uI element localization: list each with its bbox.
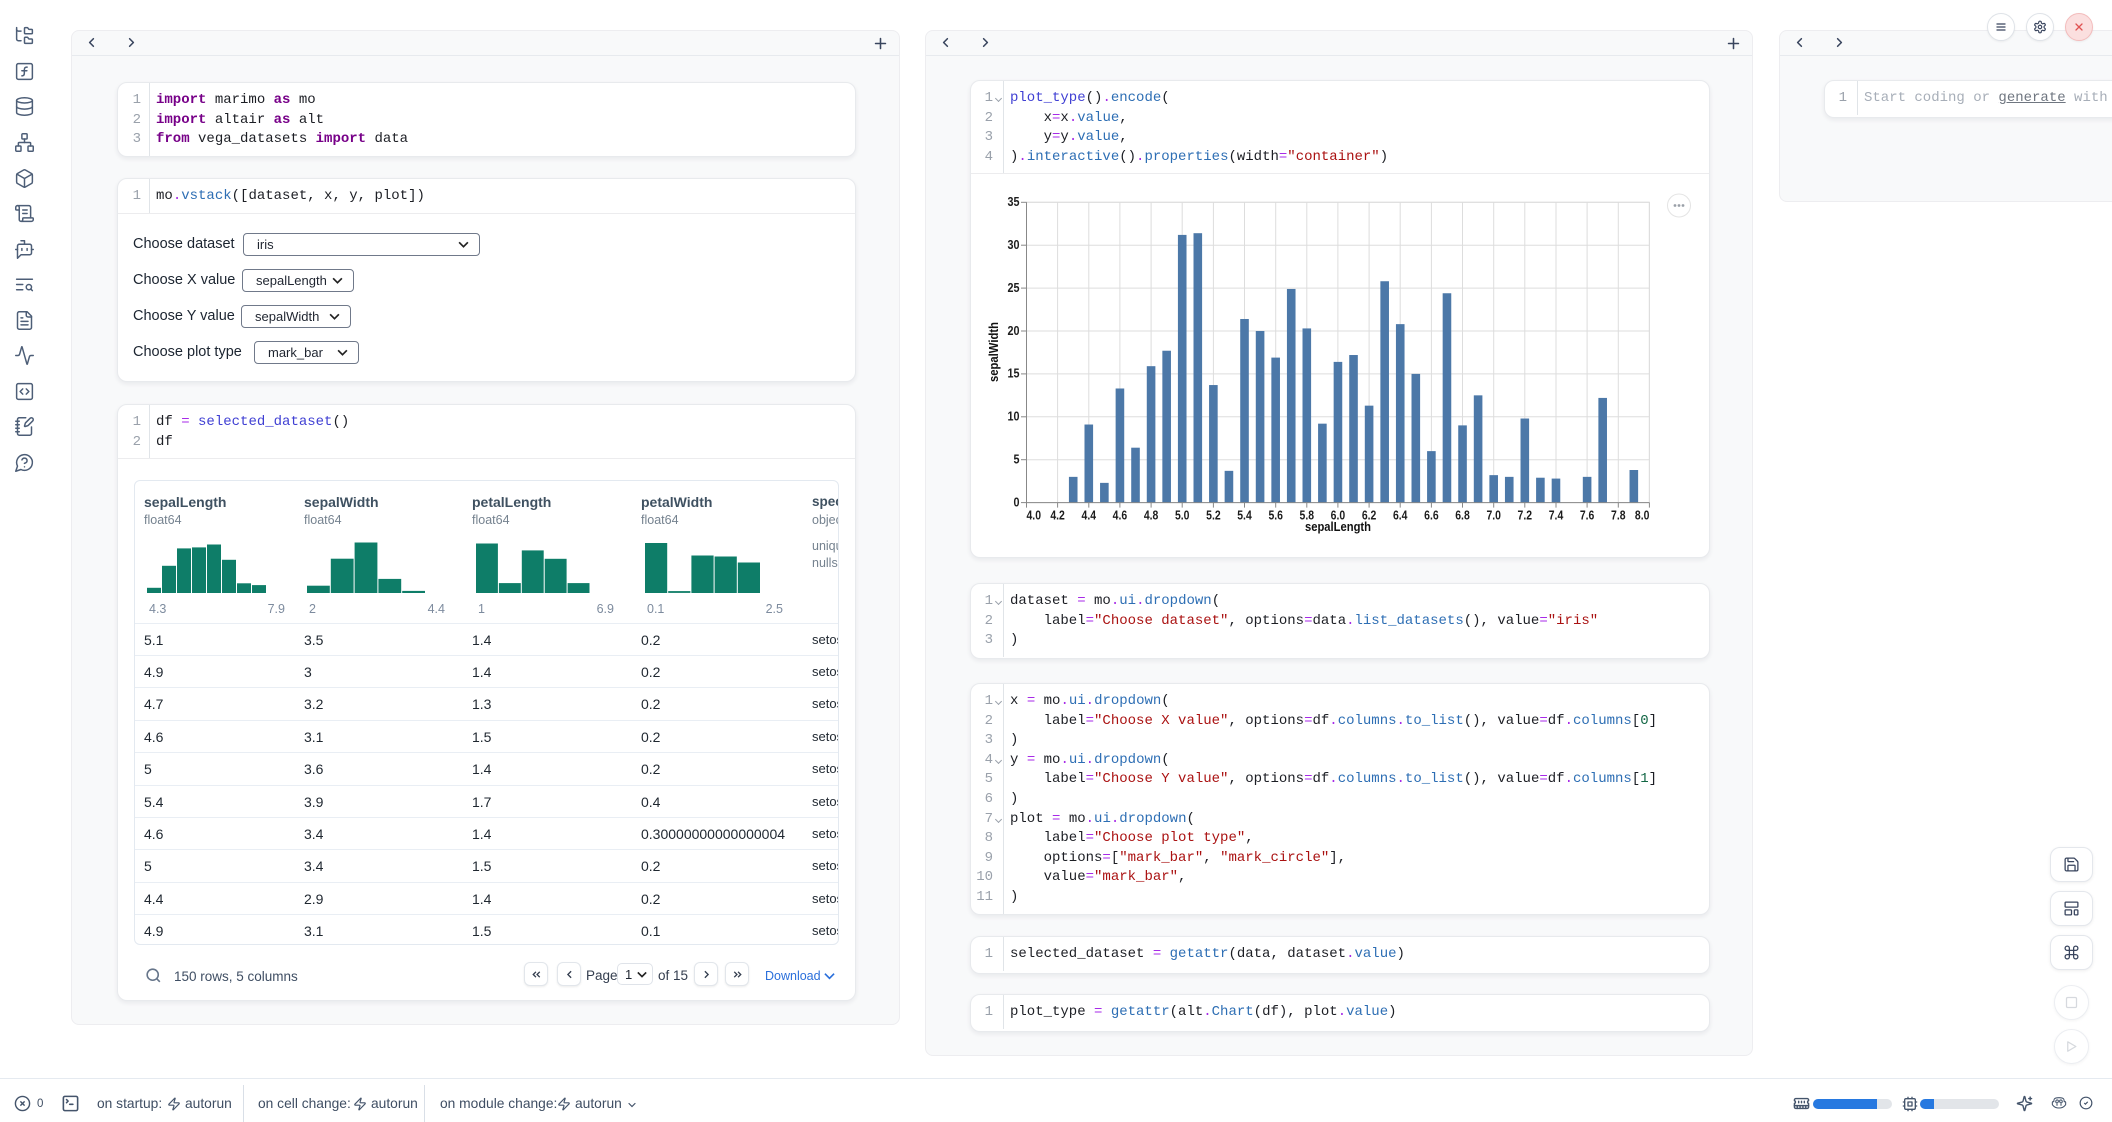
- svg-text:20: 20: [1008, 324, 1020, 338]
- svg-text:5: 5: [1014, 453, 1020, 467]
- svg-text:30: 30: [1008, 238, 1020, 252]
- svg-text:sepalWidth: sepalWidth: [986, 322, 1001, 382]
- svg-text:4.0: 4.0: [1027, 509, 1042, 523]
- svg-text:0: 0: [1014, 496, 1020, 510]
- svg-text:6.4: 6.4: [1393, 509, 1408, 523]
- svg-text:8.0: 8.0: [1635, 509, 1650, 523]
- svg-text:4.8: 4.8: [1144, 509, 1159, 523]
- svg-text:4.4: 4.4: [1082, 509, 1097, 523]
- svg-text:15: 15: [1008, 367, 1020, 381]
- svg-text:7.2: 7.2: [1518, 509, 1533, 523]
- svg-text:7.8: 7.8: [1611, 509, 1626, 523]
- svg-text:10: 10: [1008, 410, 1020, 424]
- svg-text:25: 25: [1008, 281, 1020, 295]
- svg-text:4.6: 4.6: [1113, 509, 1128, 523]
- svg-text:7.4: 7.4: [1549, 509, 1564, 523]
- svg-text:6.6: 6.6: [1424, 509, 1439, 523]
- svg-text:6.8: 6.8: [1455, 509, 1470, 523]
- svg-text:5.6: 5.6: [1268, 509, 1283, 523]
- svg-text:7.0: 7.0: [1486, 509, 1501, 523]
- svg-text:5.4: 5.4: [1237, 509, 1252, 523]
- svg-text:35: 35: [1008, 195, 1020, 209]
- svg-text:5.0: 5.0: [1175, 509, 1190, 523]
- svg-text:sepalLength: sepalLength: [1305, 519, 1371, 534]
- svg-text:4.2: 4.2: [1050, 509, 1065, 523]
- svg-text:7.6: 7.6: [1580, 509, 1595, 523]
- svg-text:5.2: 5.2: [1206, 509, 1221, 523]
